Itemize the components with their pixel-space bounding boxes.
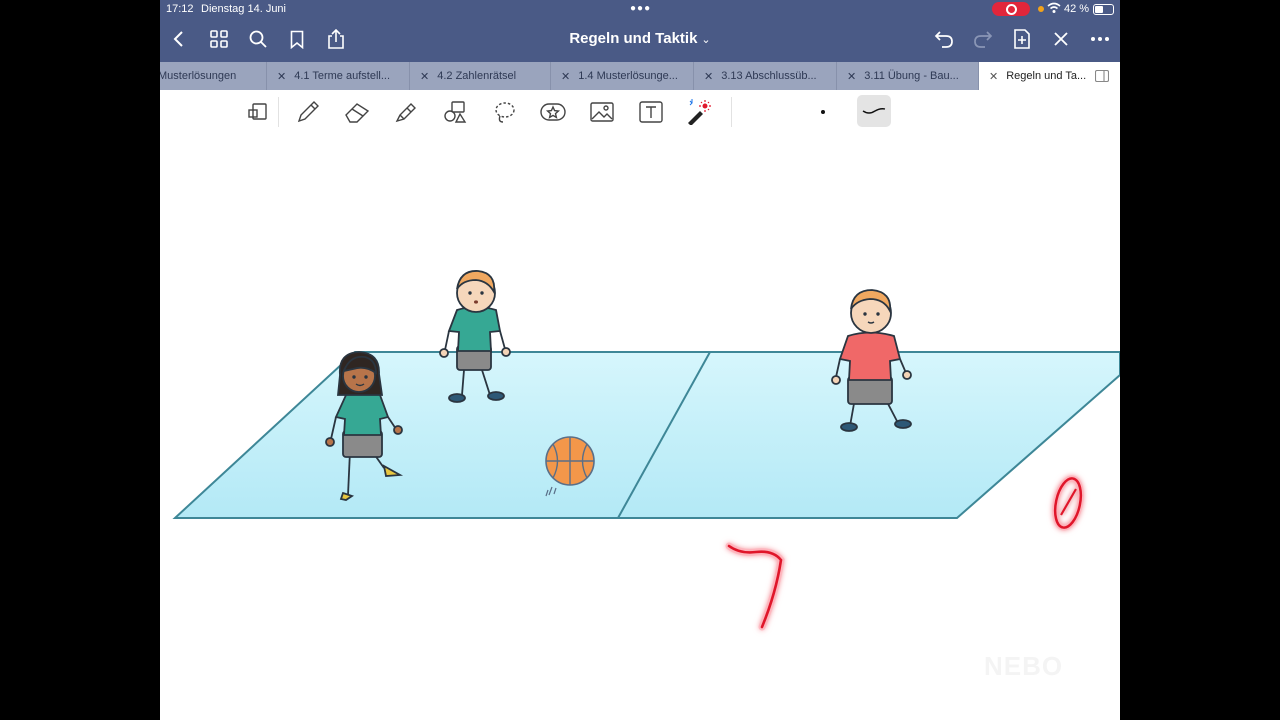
status-bar: 17:12 Dienstag 14. Juni ●●● 42 %	[160, 0, 1120, 18]
tab-label: Regeln und Ta...	[1006, 70, 1087, 82]
multitask-dots-icon[interactable]: ●●●	[630, 3, 651, 14]
tab-close-icon[interactable]: ✕	[420, 70, 429, 83]
ipad-screen: 17:12 Dienstag 14. Juni ●●● 42 % Regeln …	[160, 0, 1120, 720]
battery-icon	[1093, 4, 1114, 15]
volleyball-court	[172, 351, 1120, 519]
highlighter-icon[interactable]	[393, 99, 419, 125]
lasso-icon[interactable]	[492, 99, 518, 125]
shapes-icon[interactable]	[442, 99, 468, 125]
tab-close-icon[interactable]: ✕	[704, 70, 713, 83]
tab-label: 4.2 Zahlenrätsel	[437, 70, 517, 82]
top-bar: 17:12 Dienstag 14. Juni ●●● 42 % Regeln …	[160, 0, 1120, 62]
status-date: Dienstag 14. Juni	[201, 3, 286, 15]
tab-musterloesungen-2[interactable]: ✕ 1.4 Musterlösunge...	[551, 62, 694, 90]
close-icon[interactable]	[1050, 28, 1072, 50]
battery-percent: 42 %	[1064, 3, 1090, 15]
tab-uebung-bau[interactable]: ✕ 3.11 Übung - Bau...	[837, 62, 979, 90]
laser-pointer-icon[interactable]	[686, 99, 712, 125]
tab-terme-aufstellen[interactable]: ✕ 4.1 Terme aufstell...	[267, 62, 410, 90]
tab-label: Musterlösungen	[160, 70, 237, 82]
add-page-icon[interactable]	[1011, 28, 1033, 50]
redo-icon[interactable]	[972, 28, 994, 50]
tab-label: 3.11 Übung - Bau...	[864, 70, 959, 82]
watermark: NEBO	[984, 651, 1064, 681]
sticker-icon[interactable]	[540, 99, 566, 125]
page-zoom-icon[interactable]	[246, 99, 272, 125]
eraser-icon[interactable]	[344, 99, 370, 125]
chevron-down-icon: ⌄	[701, 34, 711, 46]
tab-close-icon[interactable]: ✕	[847, 70, 856, 83]
split-view-icon[interactable]	[1095, 70, 1110, 82]
tab-zahlenraetsel[interactable]: ✕ 4.2 Zahlenrätsel	[410, 62, 551, 90]
tab-close-icon[interactable]: ✕	[561, 70, 570, 83]
tab-close-icon[interactable]: ✕	[989, 70, 998, 83]
more-icon[interactable]	[1089, 28, 1111, 50]
tab-label: 3.13 Abschlussüb...	[721, 70, 817, 82]
tool-bar	[160, 90, 1120, 134]
mic-indicator-icon	[1038, 6, 1044, 12]
tab-label: 4.1 Terme aufstell...	[294, 70, 391, 82]
tool-separator	[731, 97, 732, 127]
screen-recording-icon[interactable]	[992, 2, 1030, 16]
document-title-text: Regeln und Taktik	[569, 30, 698, 47]
stroke-style-button[interactable]	[857, 95, 891, 127]
undo-icon[interactable]	[933, 28, 955, 50]
tool-separator	[278, 97, 279, 127]
court-illustration	[172, 270, 1120, 631]
status-time: 17:12	[166, 3, 194, 15]
wifi-icon	[1047, 2, 1061, 13]
note-canvas[interactable]: NEBO	[160, 133, 1120, 720]
stroke-size-dot[interactable]	[821, 110, 825, 114]
tab-abschlussuebung[interactable]: ✕ 3.13 Abschlussüb...	[694, 62, 837, 90]
laser-scribble-seven	[725, 542, 785, 631]
tab-close-icon[interactable]: ✕	[277, 70, 286, 83]
tab-regeln-und-taktik[interactable]: ✕ Regeln und Ta...	[979, 62, 1120, 90]
tab-label: 1.4 Musterlösunge...	[578, 70, 678, 82]
laser-scribble-zero	[1052, 475, 1084, 531]
image-icon[interactable]	[589, 99, 615, 125]
tab-bar: Musterlösungen ✕ 4.1 Terme aufstell... ✕…	[160, 62, 1120, 90]
tab-musterloesungen[interactable]: Musterlösungen	[160, 62, 267, 90]
text-icon[interactable]	[638, 99, 664, 125]
pen-icon[interactable]	[295, 99, 321, 125]
